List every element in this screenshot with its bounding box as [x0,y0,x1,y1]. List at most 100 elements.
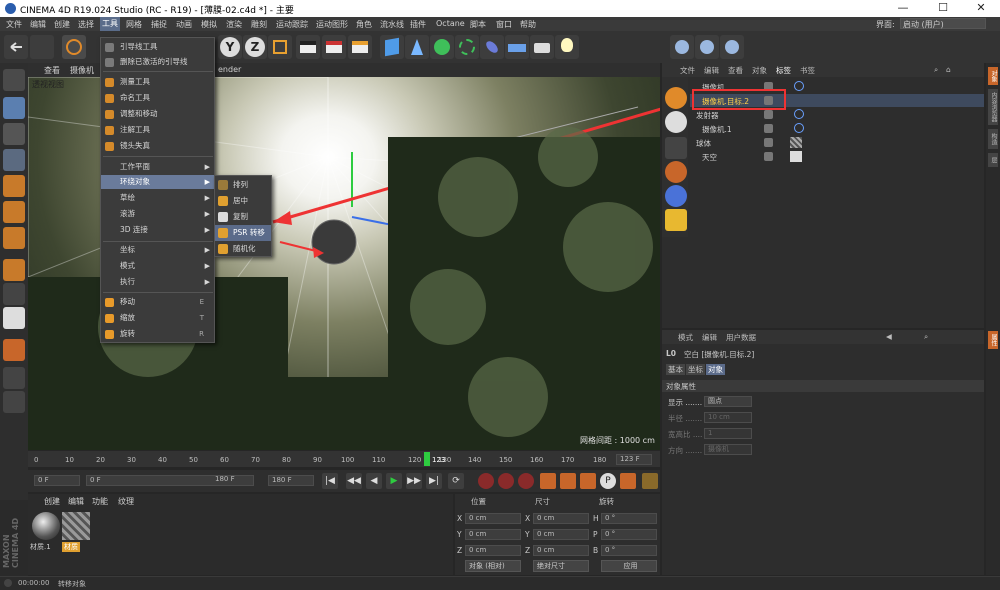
rotate-key-icon[interactable] [580,473,596,489]
material-1-label[interactable]: 材质.1 [30,542,51,552]
go-to-end-button[interactable]: ▶| [426,473,442,489]
playhead[interactable] [424,452,430,466]
mat-menu-edit[interactable]: 编辑 [68,496,84,507]
y-axis-button[interactable]: Y [218,35,242,59]
auto-key-icon[interactable] [498,473,514,489]
undo-button[interactable] [4,35,28,59]
record-key-icon[interactable] [478,473,494,489]
menu-item-execute[interactable]: 执行 ▶ [101,275,214,289]
menu-item-guide-tool[interactable]: 引导线工具 [101,40,214,54]
previous-key-button[interactable]: ◀◀ [346,473,362,489]
menu-render[interactable]: 渲染 [226,19,242,30]
loop-button[interactable]: ⟳ [448,473,464,489]
rot-h-field[interactable]: 0 ° [601,513,657,524]
subdivision-button[interactable] [430,35,454,59]
object-row-camera-1[interactable]: 摄像机.1 [690,122,984,135]
menu-item-3d-connexion[interactable]: 3D 连接 ▶ [101,223,214,237]
maximize-button[interactable]: ☐ [928,1,958,14]
menu-item-move[interactable]: 移动 E [101,295,214,309]
size-z-field[interactable]: 0 cm [533,545,589,556]
menu-mesh[interactable]: 网格 [126,19,142,30]
material-1-preview[interactable] [32,512,60,540]
menu-help[interactable]: 帮助 [520,19,536,30]
viewport-menu-render[interactable]: ender [218,65,241,74]
om-menu-view[interactable]: 查看 [728,65,743,76]
visibility-toggle[interactable] [764,138,773,147]
menu-tools[interactable]: 工具 [100,17,120,31]
tag-icon[interactable] [794,109,804,119]
menu-item-annotation-tool[interactable]: 注解工具 [101,123,214,137]
render-picture-viewer-button[interactable] [322,35,346,59]
menu-item-arrange-move[interactable]: 调整和移动 [101,107,214,121]
menu-motion-tracking[interactable]: 运动跟踪 [276,19,308,30]
menu-item-sketch[interactable]: 草绘 ▶ [101,191,214,205]
am-menu-edit[interactable]: 编辑 [702,332,717,343]
texture-mode-button[interactable] [3,123,25,145]
pla-key-icon[interactable] [620,473,636,489]
viewport-menu-camera[interactable]: 摄像机 [70,65,94,76]
start-frame-field[interactable]: 0 F [34,475,80,486]
mat-menu-function[interactable]: 功能 [92,496,108,507]
timeline-ruler[interactable]: 0 10 20 30 40 50 60 70 80 90 100 110 120… [28,451,660,467]
pos-x-field[interactable]: 0 cm [465,513,521,524]
apply-button[interactable]: 应用 [601,560,657,572]
z-axis-button[interactable]: Z [243,35,267,59]
menu-item-naming-tool[interactable]: 命名工具 [101,91,214,105]
workplane-mode-button[interactable] [3,149,25,171]
submenu-item-center[interactable]: 居中 [215,193,271,209]
close-button[interactable]: ✕ [966,1,996,14]
side-tab-content-browser[interactable]: 内容浏览器 [988,89,998,125]
side-tab-objects[interactable]: 对象 [988,67,998,85]
om-menu-bookmarks[interactable]: 书签 [800,65,815,76]
object-row-sphere[interactable]: 球体 [690,136,984,149]
pos-y-field[interactable]: 0 cm [465,529,521,540]
points-mode-button[interactable] [3,175,25,197]
menu-create[interactable]: 创建 [54,19,70,30]
coordinate-system-button[interactable] [268,35,292,59]
sphere-drop-icon[interactable] [665,185,687,207]
make-editable-button[interactable] [3,69,25,91]
search-icon[interactable]: ⌕ [924,332,928,342]
move-key-icon[interactable] [540,473,556,489]
om-menu-edit[interactable]: 编辑 [704,65,719,76]
tag-icon[interactable] [794,123,804,133]
submenu-item-arrange[interactable]: 排列 [215,177,271,193]
submenu-item-randomize[interactable]: 随机化 [215,241,271,257]
menu-item-delete-guides[interactable]: 删除已激活的引导线 [101,55,214,69]
camera-button[interactable] [530,35,554,59]
menu-item-workplane[interactable]: 工作平面 ▶ [101,160,214,174]
rot-p-field[interactable]: 0 ° [601,529,657,540]
go-to-start-button[interactable]: |◀ [322,473,338,489]
am-menu-userdata[interactable]: 用户数据 [726,332,756,343]
polygons-mode-button[interactable] [3,227,25,249]
snap-button[interactable] [3,307,25,329]
mat-menu-create[interactable]: 创建 [44,496,60,507]
scene-object-1-button[interactable] [670,35,694,59]
select-tool-button[interactable] [62,35,86,59]
menu-snap[interactable]: 捕捉 [151,19,167,30]
menu-item-measure-tool[interactable]: 测量工具 [101,75,214,89]
material-2-label[interactable]: 材质 [62,542,80,552]
pos-z-field[interactable]: 0 cm [465,545,521,556]
menu-item-scale[interactable]: 缩放 T [101,311,214,325]
scene-object-3-button[interactable] [720,35,744,59]
deformer-button[interactable] [480,35,504,59]
menu-item-modes[interactable]: 模式 ▶ [101,259,214,273]
next-frame-button[interactable]: ▶▶ [406,473,422,489]
aspect-field[interactable]: 1 [704,428,752,439]
s-tool-icon[interactable] [665,111,687,133]
tab-basic[interactable]: 基本 [666,364,685,375]
om-menu-objects[interactable]: 对象 [752,65,767,76]
redo-button[interactable] [30,35,54,59]
home-icon[interactable]: ⌂ [946,65,951,74]
radius-field[interactable]: 10 cm [704,412,752,423]
edges-mode-button[interactable] [3,201,25,223]
side-tab-structure[interactable]: 构造 [988,129,998,149]
menu-pipeline[interactable]: 流水线 [380,19,404,30]
timeline-icon[interactable] [642,473,658,489]
param-key-icon[interactable]: P [600,473,616,489]
menu-item-arrange-objects[interactable]: 环绕对象 ▶ [101,175,214,189]
array-button[interactable] [455,35,479,59]
minimize-button[interactable]: — [888,1,918,14]
material-tag-icon[interactable] [790,137,802,148]
